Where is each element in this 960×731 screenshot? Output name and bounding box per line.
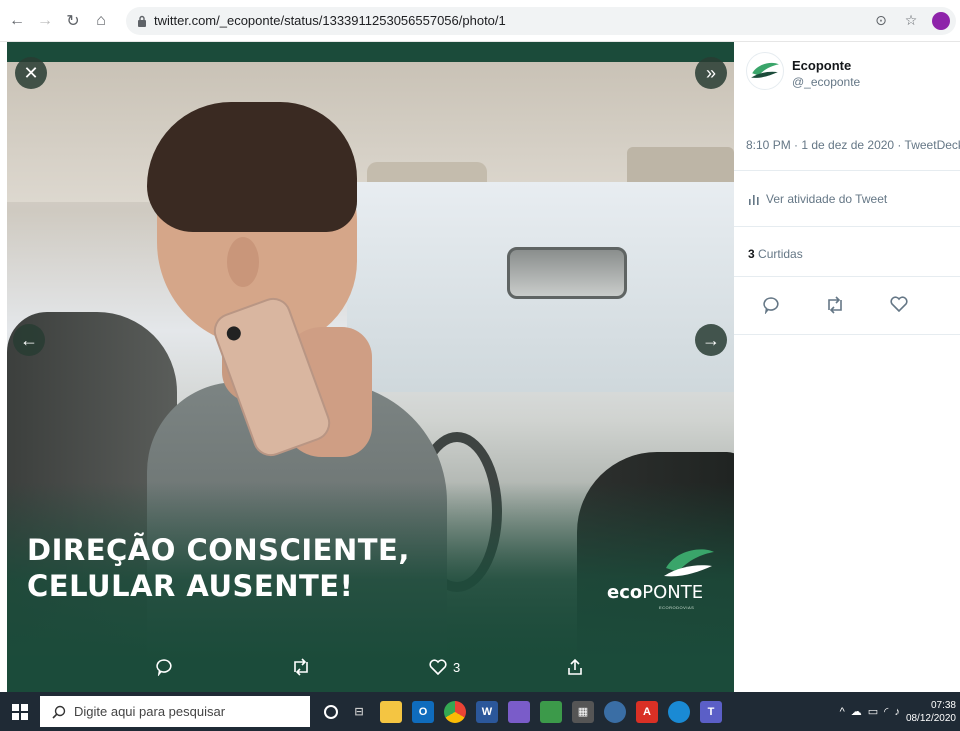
word-icon[interactable]: W [476,700,498,723]
phone-camera [224,324,243,343]
divider [734,334,960,335]
file-explorer-icon[interactable] [380,700,402,723]
reload-icon[interactable]: ↻ [62,10,84,32]
tweet-detail-panel: Ecoponte @_ecoponte 8:10 PM · 1 de dez d… [734,42,960,692]
expand-panel-icon[interactable]: » [695,57,727,89]
windows-taskbar: Digite aqui para pesquisar ⊟ O W ▦ A T ^… [0,692,960,731]
clock-date: 08/12/2020 [905,712,956,724]
chrome-icon[interactable] [444,700,466,723]
browser-toolbar: ← → ↻ ⌂ twitter.com/_ecoponte/status/133… [0,0,960,42]
avatar[interactable] [746,52,784,90]
photo-person-hair [147,102,357,232]
forward-arrow-icon[interactable]: → [34,10,56,32]
likes-count: 3 [748,247,755,261]
wifi-icon[interactable]: ◜ [884,705,888,718]
green-app-icon[interactable] [540,700,562,723]
headline-line-1: DIREÇÃO CONSCIENTE, [27,533,410,567]
photo-headline: DIREÇÃO CONSCIENTE, CELULAR AUSENTE! [27,532,410,604]
taskbar-apps: ⊟ O W ▦ A T [324,700,722,723]
divider [734,276,960,277]
teams-icon[interactable]: T [700,700,722,723]
next-arrow-icon[interactable]: → [695,324,727,356]
media-viewer: DIREÇÃO CONSCIENTE, CELULAR AUSENTE! eco… [7,42,734,692]
bookmark-star-icon[interactable]: ☆ [902,12,920,30]
taskbar-clock[interactable]: 07:38 08/12/2020 [906,699,956,725]
tweet-actions [762,296,908,314]
url-text: twitter.com/_ecoponte/status/13339112530… [154,13,506,28]
reply-icon[interactable] [155,658,173,676]
home-icon[interactable]: ⌂ [90,10,112,32]
author-name[interactable]: Ecoponte [792,58,860,73]
search-placeholder: Digite aqui para pesquisar [74,704,226,719]
reply-icon[interactable] [762,296,780,314]
headline-line-2: CELULAR AUSENTE! [27,569,354,603]
address-bar[interactable]: twitter.com/_ecoponte/status/13339112530… [126,6,956,35]
cortana-icon[interactable] [324,704,338,719]
close-icon[interactable]: ✕ [15,57,47,89]
location-icon[interactable]: ⊙ [872,12,890,30]
photo-rearview-mirror [507,247,627,299]
calculator-icon[interactable]: ▦ [572,700,594,723]
network-app-icon[interactable] [604,700,626,723]
tweet-author[interactable]: Ecoponte @_ecoponte [746,52,860,90]
divider [734,226,960,227]
clock-time: 07:38 [930,699,956,711]
likes-label: Curtidas [758,247,803,261]
share-icon[interactable] [566,658,584,676]
battery-icon[interactable]: ▭ [868,705,878,718]
retweet-icon[interactable] [825,296,845,314]
lock-icon [136,15,148,27]
tweet-activity-link[interactable]: Ver atividade do Tweet [748,192,887,206]
profile-avatar[interactable] [932,11,950,30]
edge-icon[interactable] [668,700,690,723]
like-count: 3 [453,659,461,675]
search-icon [52,705,66,719]
leaf-logo-icon [664,549,714,577]
viewer-action-bar: 3 [7,642,734,692]
leaf-logo-icon [751,62,779,78]
like-button[interactable]: 3 [429,659,460,675]
acrobat-icon[interactable]: A [636,700,658,723]
heart-icon [429,659,447,675]
tweet-photo: DIREÇÃO CONSCIENTE, CELULAR AUSENTE! eco… [7,62,734,660]
cloud-icon[interactable]: ☁ [851,705,862,718]
outlook-icon[interactable]: O [412,700,434,723]
taskbar-search-input[interactable]: Digite aqui para pesquisar [40,696,310,727]
retweet-icon[interactable] [291,658,311,676]
likes-summary[interactable]: 3 Curtidas [748,247,803,261]
photo-person-ear [227,237,259,287]
tweet-timestamp[interactable]: 8:10 PM · 1 de dez de 2020 · TweetDeck [746,138,960,152]
divider [734,170,960,171]
paint-icon[interactable] [508,700,530,723]
bar-chart-icon [749,195,759,205]
brand-wordmark: ecoPONTE [607,582,704,603]
chevron-up-icon[interactable]: ^ [840,706,845,718]
windows-start-icon[interactable] [0,692,40,731]
brand-subtitle: ECORODOVIAS [659,605,695,610]
activity-label: Ver atividade do Tweet [766,192,888,206]
back-arrow-icon[interactable]: ← [6,10,28,32]
ecoponte-logo: ecoPONTE ECORODOVIAS [607,542,727,622]
system-tray: ^ ☁ ▭ ◜ ♪ 07:38 08/12/2020 [840,692,956,731]
author-handle[interactable]: @_ecoponte [792,75,860,89]
task-view-icon[interactable]: ⊟ [348,701,370,723]
previous-arrow-icon[interactable]: ← [13,324,45,356]
volume-icon[interactable]: ♪ [894,706,900,718]
heart-icon[interactable] [890,296,908,312]
